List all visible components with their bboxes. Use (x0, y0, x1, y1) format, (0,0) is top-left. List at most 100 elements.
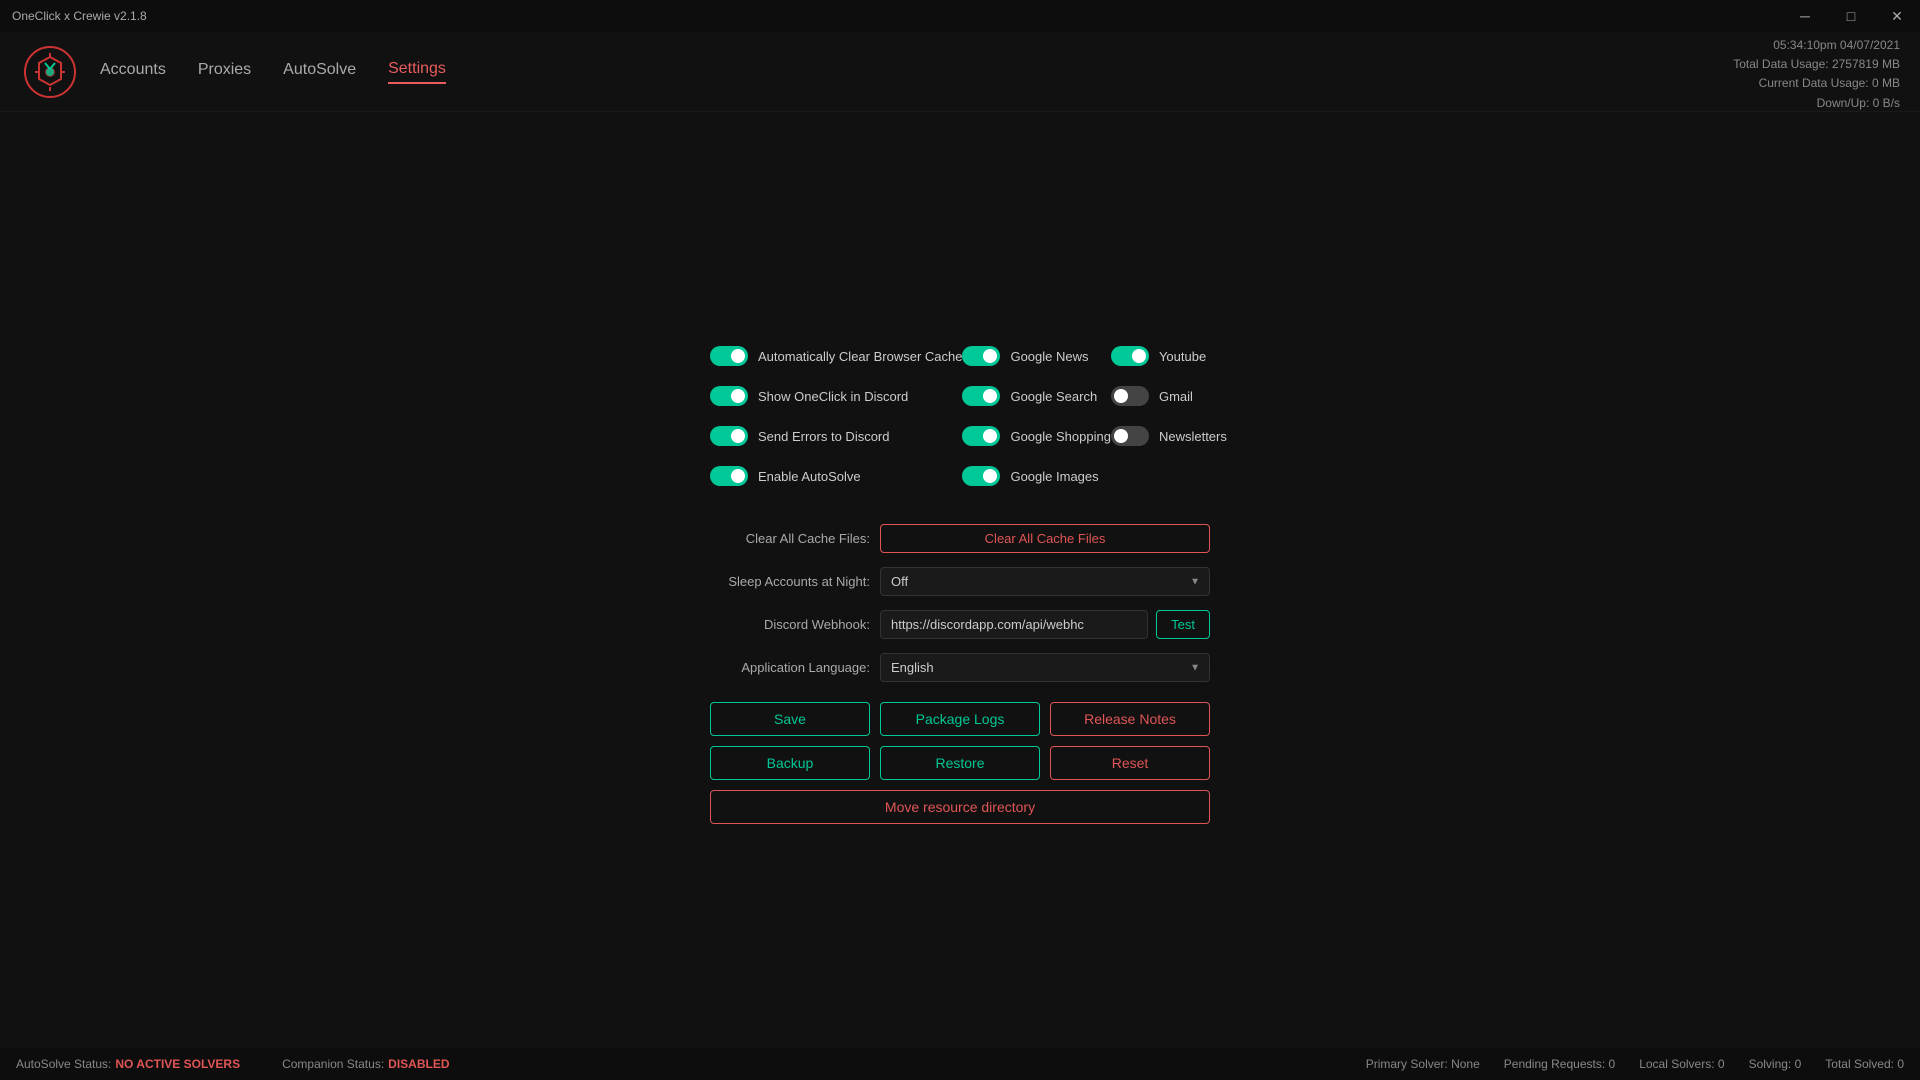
toggle-row-google-search: Google Search (962, 376, 1110, 416)
toggle-show-oneclick-discord[interactable] (710, 386, 748, 406)
restore-button[interactable]: Restore (880, 746, 1040, 780)
pending-requests: Pending Requests: 0 (1504, 1057, 1615, 1071)
toggle-label-auto-clear: Automatically Clear Browser Cache (758, 349, 962, 364)
discord-webhook-control: Test (880, 610, 1210, 639)
toggle-label-send-errors: Send Errors to Discord (758, 429, 890, 444)
toggle-auto-clear-cache[interactable] (710, 346, 748, 366)
total-data-usage: Total Data Usage: 2757819 MB (1733, 55, 1900, 74)
nav-links: Accounts Proxies AutoSolve Settings (100, 60, 446, 84)
toggle-enable-autosolve[interactable] (710, 466, 748, 486)
toggle-gmail[interactable] (1111, 386, 1149, 406)
maximize-button[interactable]: □ (1828, 0, 1874, 32)
nav-autosolve[interactable]: AutoSolve (283, 61, 356, 83)
toggle-label-google-search: Google Search (1010, 389, 1097, 404)
nav-accounts[interactable]: Accounts (100, 61, 166, 83)
titlebar: OneClick x Crewie v2.1.8 ─ □ ✕ (0, 0, 1920, 32)
toggle-google-shopping[interactable] (962, 426, 1000, 446)
close-button[interactable]: ✕ (1874, 0, 1920, 32)
datetime: 05:34:10pm 04/07/2021 (1733, 36, 1900, 55)
toggle-row-youtube: Youtube (1111, 336, 1227, 376)
webhook-row: Test (880, 610, 1210, 639)
minimize-button[interactable]: ─ (1782, 0, 1828, 32)
move-resource-button[interactable]: Move resource directory (710, 790, 1210, 824)
app-language-row: Application Language: English Spanish Fr… (710, 653, 1210, 682)
app-title: OneClick x Crewie v2.1.8 (12, 9, 147, 23)
autosolve-status-section: AutoSolve Status: NO ACTIVE SOLVERS (16, 1057, 240, 1071)
companion-status-value: DISABLED (388, 1057, 449, 1071)
clear-cache-control: Clear All Cache Files (880, 524, 1210, 553)
toggle-label-google-images: Google Images (1010, 469, 1098, 484)
clear-cache-button[interactable]: Clear All Cache Files (880, 524, 1210, 553)
nav-settings[interactable]: Settings (388, 60, 446, 84)
package-logs-button[interactable]: Package Logs (880, 702, 1040, 736)
nav-proxies[interactable]: Proxies (198, 61, 251, 83)
down-up: Down/Up: 0 B/s (1733, 94, 1900, 113)
local-solvers: Local Solvers: 0 (1639, 1057, 1724, 1071)
toggles-section: Automatically Clear Browser Cache Show O… (710, 336, 1210, 496)
toggle-row-enable-autosolve: Enable AutoSolve (710, 456, 962, 496)
companion-status-label: Companion Status: (282, 1057, 384, 1071)
solving: Solving: 0 (1749, 1057, 1802, 1071)
toggle-google-news[interactable] (962, 346, 1000, 366)
btn-row-3: Move resource directory (710, 790, 1210, 824)
app-language-select[interactable]: English Spanish French (880, 653, 1210, 682)
toggle-row-auto-clear: Automatically Clear Browser Cache (710, 336, 962, 376)
toggle-newsletters[interactable] (1111, 426, 1149, 446)
toggles-col3: Youtube Gmail Newsletters (1111, 336, 1227, 496)
toggle-google-images[interactable] (962, 466, 1000, 486)
toggle-label-enable-autosolve: Enable AutoSolve (758, 469, 861, 484)
toggle-row-show-oneclick: Show OneClick in Discord (710, 376, 962, 416)
status-info: 05:34:10pm 04/07/2021 Total Data Usage: … (1733, 36, 1900, 113)
autosolve-status-label: AutoSolve Status: (16, 1057, 111, 1071)
discord-webhook-row: Discord Webhook: Test (710, 610, 1210, 639)
status-divider-1 (256, 1057, 266, 1071)
statusbar-right: Primary Solver: None Pending Requests: 0… (1366, 1057, 1904, 1071)
discord-webhook-label: Discord Webhook: (710, 617, 870, 632)
toggle-row-google-images: Google Images (962, 456, 1110, 496)
save-button[interactable]: Save (710, 702, 870, 736)
btn-row-2: Backup Restore Reset (710, 746, 1210, 780)
btn-row-1: Save Package Logs Release Notes (710, 702, 1210, 736)
toggles-col2: Google News Google Search Google Shoppin… (962, 336, 1110, 496)
toggle-label-youtube: Youtube (1159, 349, 1206, 364)
discord-webhook-input[interactable] (880, 610, 1148, 639)
toggles-col1: Automatically Clear Browser Cache Show O… (710, 336, 962, 496)
toggle-label-newsletters: Newsletters (1159, 429, 1227, 444)
app-language-control: English Spanish French (880, 653, 1210, 682)
navbar: Accounts Proxies AutoSolve Settings (0, 32, 1920, 112)
sleep-accounts-control: Off 10pm 11pm 12am (880, 567, 1210, 596)
clear-cache-row: Clear All Cache Files: Clear All Cache F… (710, 524, 1210, 553)
sleep-accounts-row: Sleep Accounts at Night: Off 10pm 11pm 1… (710, 567, 1210, 596)
settings-panel: Automatically Clear Browser Cache Show O… (710, 336, 1210, 824)
toggle-label-google-shopping: Google Shopping (1010, 429, 1110, 444)
statusbar: AutoSolve Status: NO ACTIVE SOLVERS Comp… (0, 1048, 1920, 1080)
toggle-label-gmail: Gmail (1159, 389, 1193, 404)
companion-status-section: Companion Status: DISABLED (282, 1057, 449, 1071)
release-notes-button[interactable]: Release Notes (1050, 702, 1210, 736)
autosolve-status-value: NO ACTIVE SOLVERS (115, 1057, 240, 1071)
total-solved: Total Solved: 0 (1825, 1057, 1904, 1071)
sleep-accounts-label: Sleep Accounts at Night: (710, 574, 870, 589)
toggle-send-errors-discord[interactable] (710, 426, 748, 446)
backup-button[interactable]: Backup (710, 746, 870, 780)
toggle-row-google-shopping: Google Shopping (962, 416, 1110, 456)
window-controls: ─ □ ✕ (1782, 0, 1920, 32)
clear-cache-label: Clear All Cache Files: (710, 531, 870, 546)
toggle-label-show-oneclick: Show OneClick in Discord (758, 389, 908, 404)
app-language-label: Application Language: (710, 660, 870, 675)
main-content: Automatically Clear Browser Cache Show O… (0, 112, 1920, 1048)
toggle-row-google-news: Google News (962, 336, 1110, 376)
toggle-label-google-news: Google News (1010, 349, 1088, 364)
form-section: Clear All Cache Files: Clear All Cache F… (710, 524, 1210, 682)
app-logo (20, 42, 80, 102)
toggle-google-search[interactable] (962, 386, 1000, 406)
toggle-row-newsletters: Newsletters (1111, 416, 1227, 456)
test-webhook-button[interactable]: Test (1156, 610, 1210, 639)
toggle-youtube[interactable] (1111, 346, 1149, 366)
toggle-row-send-errors: Send Errors to Discord (710, 416, 962, 456)
sleep-accounts-select[interactable]: Off 10pm 11pm 12am (880, 567, 1210, 596)
current-data-usage: Current Data Usage: 0 MB (1733, 74, 1900, 93)
primary-solver: Primary Solver: None (1366, 1057, 1480, 1071)
buttons-section: Save Package Logs Release Notes Backup R… (710, 702, 1210, 824)
reset-button[interactable]: Reset (1050, 746, 1210, 780)
